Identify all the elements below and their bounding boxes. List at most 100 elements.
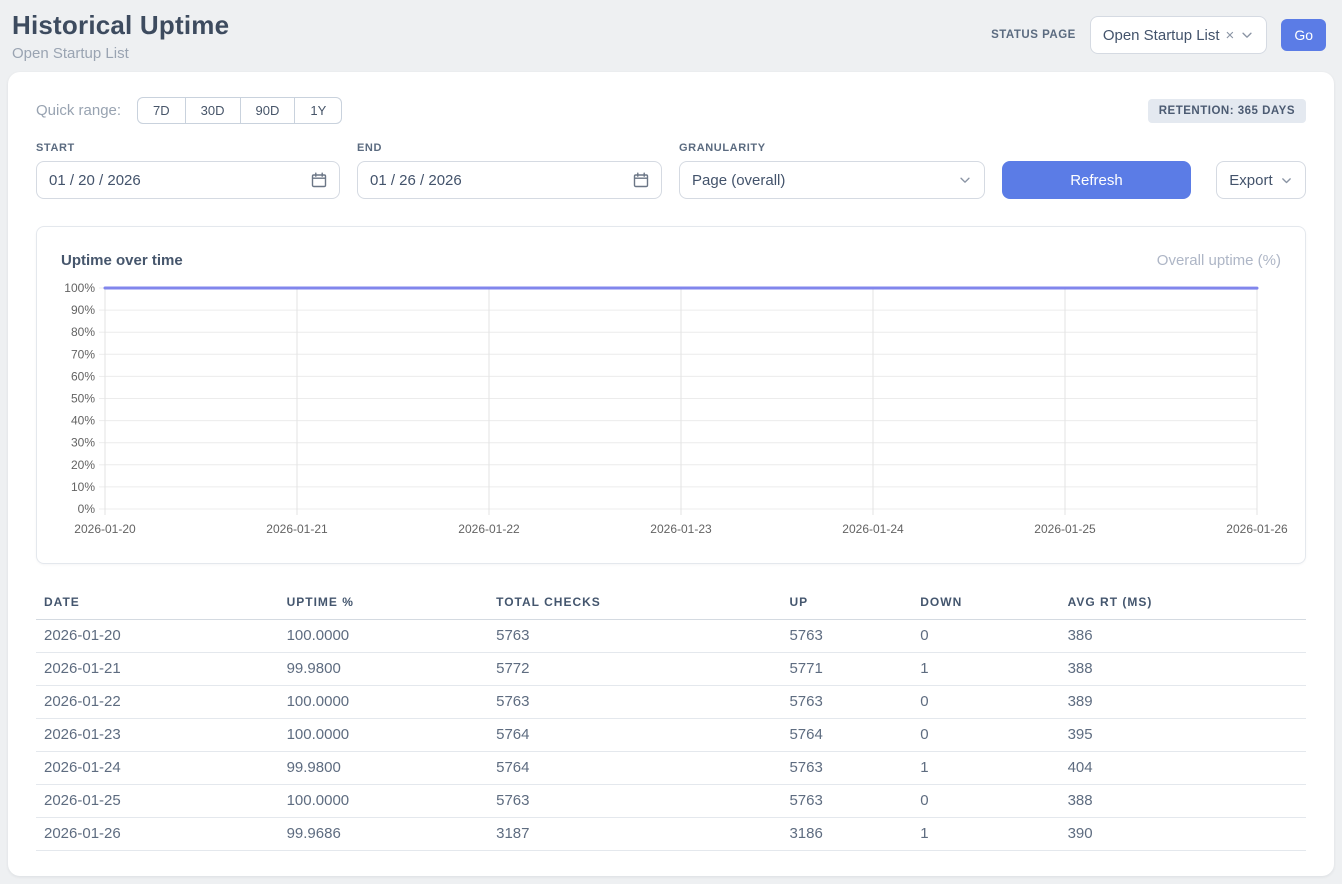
chart-title: Uptime over time: [61, 252, 183, 269]
table-cell: 2026-01-23: [36, 719, 279, 752]
table-row: 2026-01-2499.9800576457631404: [36, 752, 1306, 785]
table-cell: 3187: [488, 818, 781, 851]
chevron-down-icon: [958, 173, 972, 187]
uptime-chart-card: Uptime over time Overall uptime (%) 0% 10…: [36, 226, 1306, 564]
start-date-value: 01 / 20 / 2026: [49, 172, 311, 189]
column-header-total-checks: TOTAL CHECKS: [488, 587, 781, 620]
calendar-icon[interactable]: [633, 172, 649, 188]
svg-text:60%: 60%: [71, 369, 95, 383]
calendar-icon[interactable]: [311, 172, 327, 188]
quick-range-buttons: 7D 30D 90D 1Y: [137, 97, 342, 124]
table-cell: 100.0000: [279, 719, 489, 752]
table-cell: 388: [1060, 785, 1306, 818]
start-date-label: START: [36, 142, 340, 154]
table-row: 2026-01-22100.0000576357630389: [36, 686, 1306, 719]
end-date-field-group: END 01 / 26 / 2026: [357, 142, 662, 199]
quick-range-30d-button[interactable]: 30D: [185, 97, 241, 124]
table-cell: 100.0000: [279, 620, 489, 653]
refresh-button[interactable]: Refresh: [1002, 161, 1191, 199]
svg-text:90%: 90%: [71, 303, 95, 317]
table-cell: 100.0000: [279, 785, 489, 818]
uptime-table: DATE UPTIME % TOTAL CHECKS UP DOWN AVG R…: [36, 587, 1306, 851]
quick-range-7d-button[interactable]: 7D: [137, 97, 186, 124]
table-row: 2026-01-25100.0000576357630388: [36, 785, 1306, 818]
table-cell: 5771: [781, 653, 912, 686]
clear-selection-icon[interactable]: ×: [1226, 28, 1235, 43]
table-cell: 99.9686: [279, 818, 489, 851]
table-cell: 2026-01-22: [36, 686, 279, 719]
table-cell: 99.9800: [279, 653, 489, 686]
table-cell: 100.0000: [279, 686, 489, 719]
quick-range-90d-button[interactable]: 90D: [240, 97, 296, 124]
table-cell: 2026-01-25: [36, 785, 279, 818]
table-cell: 1: [912, 653, 1059, 686]
main-card: Quick range: 7D 30D 90D 1Y RETENTION: 36…: [8, 72, 1334, 876]
svg-text:0%: 0%: [78, 502, 96, 516]
svg-text:2026-01-25: 2026-01-25: [1034, 522, 1096, 536]
go-button[interactable]: Go: [1281, 19, 1326, 51]
end-date-value: 01 / 26 / 2026: [370, 172, 633, 189]
table-cell: 0: [912, 620, 1059, 653]
table-row: 2026-01-2699.9686318731861390: [36, 818, 1306, 851]
chart-legend: Overall uptime (%): [1157, 252, 1281, 269]
column-header-down: DOWN: [912, 587, 1059, 620]
status-page-selected-value: Open Startup List: [1103, 27, 1220, 44]
table-cell: 0: [912, 719, 1059, 752]
table-cell: 0: [912, 785, 1059, 818]
table-cell: 1: [912, 752, 1059, 785]
table-cell: 5772: [488, 653, 781, 686]
table-cell: 3186: [781, 818, 912, 851]
table-cell: 5764: [488, 719, 781, 752]
chart-header: Uptime over time Overall uptime (%): [61, 249, 1281, 271]
table-cell: 388: [1060, 653, 1306, 686]
header-titles: Historical Uptime Open Startup List: [12, 10, 229, 62]
status-page-label: STATUS PAGE: [991, 29, 1076, 41]
table-cell: 2026-01-24: [36, 752, 279, 785]
svg-text:2026-01-23: 2026-01-23: [650, 522, 712, 536]
export-button-label: Export: [1229, 172, 1272, 189]
table-cell: 5764: [781, 719, 912, 752]
table-cell: 386: [1060, 620, 1306, 653]
granularity-label: GRANULARITY: [679, 142, 985, 154]
svg-text:2026-01-20: 2026-01-20: [74, 522, 136, 536]
table-cell: 395: [1060, 719, 1306, 752]
svg-text:100%: 100%: [64, 281, 95, 295]
start-date-input[interactable]: 01 / 20 / 2026: [36, 161, 340, 199]
table-row: 2026-01-2199.9800577257711388: [36, 653, 1306, 686]
quick-range-1y-button[interactable]: 1Y: [294, 97, 342, 124]
status-page-select[interactable]: Open Startup List ×: [1090, 16, 1268, 54]
table-cell: 5763: [781, 620, 912, 653]
granularity-field-group: GRANULARITY Page (overall): [679, 142, 985, 199]
table-cell: 5764: [488, 752, 781, 785]
table-cell: 390: [1060, 818, 1306, 851]
quick-range-label: Quick range:: [36, 102, 121, 119]
retention-badge: RETENTION: 365 DAYS: [1148, 99, 1306, 123]
table-cell: 5763: [781, 785, 912, 818]
end-date-label: END: [357, 142, 662, 154]
chevron-down-icon: [1280, 174, 1293, 187]
end-date-input[interactable]: 01 / 26 / 2026: [357, 161, 662, 199]
column-header-uptime: UPTIME %: [279, 587, 489, 620]
table-cell: 99.9800: [279, 752, 489, 785]
table-cell: 1: [912, 818, 1059, 851]
export-button[interactable]: Export: [1216, 161, 1306, 199]
svg-text:2026-01-26: 2026-01-26: [1226, 522, 1288, 536]
table-cell: 2026-01-26: [36, 818, 279, 851]
column-header-avg-rt: AVG RT (MS): [1060, 587, 1306, 620]
table-cell: 404: [1060, 752, 1306, 785]
table-body: 2026-01-20100.00005763576303862026-01-21…: [36, 620, 1306, 851]
svg-text:2026-01-22: 2026-01-22: [458, 522, 520, 536]
column-header-date: DATE: [36, 587, 279, 620]
column-header-up: UP: [781, 587, 912, 620]
table-cell: 2026-01-21: [36, 653, 279, 686]
quick-range-row: Quick range: 7D 30D 90D 1Y RETENTION: 36…: [36, 97, 1306, 124]
svg-text:2026-01-21: 2026-01-21: [266, 522, 328, 536]
table-cell: 5763: [488, 686, 781, 719]
table-cell: 5763: [781, 752, 912, 785]
quick-range-group: Quick range: 7D 30D 90D 1Y: [36, 97, 342, 124]
svg-text:10%: 10%: [71, 480, 95, 494]
header-right: STATUS PAGE Open Startup List × Go: [991, 16, 1326, 54]
table-row: 2026-01-23100.0000576457640395: [36, 719, 1306, 752]
table-cell: 2026-01-20: [36, 620, 279, 653]
granularity-select[interactable]: Page (overall): [679, 161, 985, 199]
